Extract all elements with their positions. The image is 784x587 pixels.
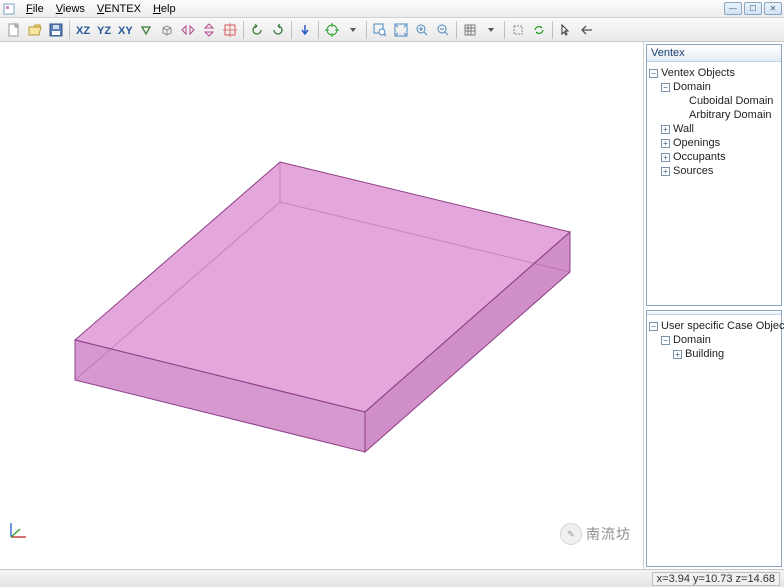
- menu-file[interactable]: FFileile: [20, 3, 50, 15]
- user-objects-panel: −User specific Case Objects −Domain +Bui…: [646, 310, 782, 567]
- minimize-button[interactable]: —: [724, 2, 742, 15]
- svg-text:XY: XY: [118, 25, 133, 36]
- watermark-text: 南流坊: [586, 524, 631, 544]
- tree-wall[interactable]: Wall: [673, 123, 694, 135]
- watermark: ✎ 南流坊: [560, 523, 631, 545]
- crop-icon[interactable]: [508, 20, 528, 40]
- zoom-in-icon[interactable]: [412, 20, 432, 40]
- down-arrow-icon[interactable]: [295, 20, 315, 40]
- zoom-extents-icon[interactable]: [391, 20, 411, 40]
- tree-root[interactable]: Ventex Objects: [661, 67, 735, 79]
- close-button[interactable]: ✕: [764, 2, 782, 15]
- dropdown-icon[interactable]: [343, 20, 363, 40]
- menu-help[interactable]: Help: [147, 3, 182, 15]
- new-icon[interactable]: [4, 20, 24, 40]
- collapse-icon[interactable]: −: [649, 322, 658, 331]
- dropdown2-icon[interactable]: [481, 20, 501, 40]
- ventex-tree[interactable]: −Ventex Objects −Domain Cuboidal Domain …: [647, 62, 781, 182]
- collapse-icon[interactable]: −: [649, 69, 658, 78]
- user-tree[interactable]: −User specific Case Objects −Domain +Bui…: [647, 315, 781, 365]
- expand-icon[interactable]: +: [661, 139, 670, 148]
- pointer-icon[interactable]: [556, 20, 576, 40]
- grid-icon[interactable]: [460, 20, 480, 40]
- view-xz-icon[interactable]: XZ: [73, 20, 93, 40]
- tree-user-root[interactable]: User specific Case Objects: [661, 320, 784, 332]
- panel-title-ventex: Ventex: [647, 45, 781, 62]
- collapse-icon[interactable]: −: [661, 83, 670, 92]
- status-coords: x=3.94 y=10.73 z=14.68: [652, 572, 780, 586]
- tree-domain[interactable]: Domain: [673, 81, 711, 93]
- main-area: ✎ 南流坊 Ventex −Ventex Objects −Domain Cub…: [0, 42, 784, 569]
- menu-bar: FFileile Views VENTEX Help — ☐ ✕: [0, 0, 784, 18]
- view-yz-icon[interactable]: YZ: [94, 20, 114, 40]
- tree-user-domain[interactable]: Domain: [673, 334, 711, 346]
- rotate-right-icon[interactable]: [268, 20, 288, 40]
- svg-text:YZ: YZ: [97, 25, 111, 36]
- back-icon[interactable]: [577, 20, 597, 40]
- flip-v-icon[interactable]: [199, 20, 219, 40]
- zoom-out-icon[interactable]: [433, 20, 453, 40]
- save-icon[interactable]: [46, 20, 66, 40]
- tree-cuboidal[interactable]: Cuboidal Domain: [689, 95, 773, 107]
- tree-occupants[interactable]: Occupants: [673, 151, 726, 163]
- tree-building[interactable]: Building: [685, 348, 724, 360]
- maximize-button[interactable]: ☐: [744, 2, 762, 15]
- box-icon[interactable]: [157, 20, 177, 40]
- side-panel: Ventex −Ventex Objects −Domain Cuboidal …: [644, 42, 784, 569]
- cuboid-domain-render: [0, 42, 640, 569]
- svg-text:XZ: XZ: [76, 25, 90, 36]
- status-bar: x=3.94 y=10.73 z=14.68: [0, 569, 784, 587]
- collapse-icon[interactable]: −: [661, 336, 670, 345]
- view-xy-icon[interactable]: XY: [115, 20, 135, 40]
- app-icon: [2, 2, 16, 16]
- viewport-3d[interactable]: ✎ 南流坊: [0, 42, 644, 569]
- target-icon[interactable]: [322, 20, 342, 40]
- window-controls: — ☐ ✕: [724, 2, 782, 15]
- menu-views[interactable]: Views: [50, 3, 91, 15]
- rotate-left-icon[interactable]: [247, 20, 267, 40]
- fit-icon[interactable]: [220, 20, 240, 40]
- axis-triad-icon: [8, 519, 28, 539]
- menu-ventex[interactable]: VENTEX: [91, 3, 147, 15]
- toolbar: XZ YZ XY: [0, 18, 784, 42]
- expand-icon[interactable]: +: [661, 167, 670, 176]
- open-icon[interactable]: [25, 20, 45, 40]
- watermark-icon: ✎: [560, 523, 582, 545]
- expand-icon[interactable]: +: [661, 125, 670, 134]
- expand-icon[interactable]: +: [661, 153, 670, 162]
- expand-icon[interactable]: +: [673, 350, 682, 359]
- flip-h-icon[interactable]: [178, 20, 198, 40]
- triangle-down-icon[interactable]: [136, 20, 156, 40]
- tree-sources[interactable]: Sources: [673, 165, 713, 177]
- ventex-objects-panel: Ventex −Ventex Objects −Domain Cuboidal …: [646, 44, 782, 306]
- refresh-icon[interactable]: [529, 20, 549, 40]
- tree-openings[interactable]: Openings: [673, 137, 720, 149]
- tree-arbitrary[interactable]: Arbitrary Domain: [689, 109, 772, 121]
- zoom-window-icon[interactable]: [370, 20, 390, 40]
